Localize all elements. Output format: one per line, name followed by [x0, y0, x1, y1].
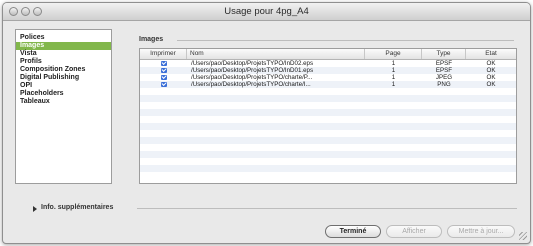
extra-info-divider — [137, 208, 517, 209]
file-status: OK — [486, 67, 496, 74]
file-status: OK — [486, 60, 496, 67]
extra-info-toggle[interactable]: Info. supplémentaires — [41, 204, 113, 211]
empty-row — [140, 123, 516, 130]
sidebar-item-composition-zones[interactable]: Composition Zones — [16, 66, 111, 74]
file-type: JPEG — [435, 74, 453, 81]
empty-row — [140, 88, 516, 95]
sidebar-item-vista[interactable]: Vista — [16, 50, 111, 58]
empty-row — [140, 102, 516, 109]
sidebar-item-profils[interactable]: Profils — [16, 58, 111, 66]
empty-row — [140, 95, 516, 102]
column-header-page[interactable]: Page — [365, 49, 422, 59]
sidebar-item-images[interactable]: Images — [16, 42, 111, 50]
table-row[interactable]: /Users/pao/Desktop/ProjetsTYPO/InD02.eps… — [140, 60, 516, 67]
empty-row — [140, 144, 516, 151]
resize-grip-icon[interactable] — [519, 232, 527, 240]
done-button[interactable]: Terminé — [325, 225, 381, 238]
file-type: PNG — [437, 81, 451, 88]
column-header-nom[interactable]: Nom — [187, 49, 365, 59]
file-name: /Users/pao/Desktop/ProjetsTYPO/charte/I.… — [191, 81, 311, 88]
sidebar-item-digital-publishing[interactable]: Digital Publishing — [16, 74, 111, 82]
print-checkbox[interactable] — [161, 82, 167, 87]
disclosure-triangle-icon[interactable] — [33, 206, 37, 212]
file-page: 1 — [391, 60, 396, 67]
file-type: EPSF — [435, 67, 453, 74]
file-name: /Users/pao/Desktop/ProjetsTYPO/InD01.eps — [191, 67, 314, 74]
images-table[interactable]: Imprimer Nom Page Type Etat /Users/pao/D… — [139, 48, 517, 184]
column-header-type[interactable]: Type — [422, 49, 466, 59]
empty-row — [140, 158, 516, 165]
empty-row — [140, 137, 516, 144]
table-row[interactable]: /Users/pao/Desktop/ProjetsTYPO/charte/P.… — [140, 74, 516, 81]
file-status: OK — [486, 74, 496, 81]
file-name: /Users/pao/Desktop/ProjetsTYPO/InD02.eps — [191, 60, 314, 67]
file-status: OK — [486, 81, 496, 88]
empty-row — [140, 130, 516, 137]
print-checkbox[interactable] — [161, 61, 167, 66]
file-name: /Users/pao/Desktop/ProjetsTYPO/charte/P.… — [191, 74, 313, 81]
empty-row — [140, 172, 516, 179]
show-button[interactable]: Afficher — [386, 225, 442, 238]
empty-row — [140, 109, 516, 116]
table-row[interactable]: /Users/pao/Desktop/ProjetsTYPO/charte/I.… — [140, 81, 516, 88]
column-header-etat[interactable]: Etat — [466, 49, 516, 59]
print-checkbox[interactable] — [161, 75, 167, 80]
print-checkbox[interactable] — [161, 68, 167, 73]
file-type: EPSF — [435, 60, 453, 67]
file-page: 1 — [391, 74, 396, 81]
sidebar-item-polices[interactable]: Polices — [16, 34, 111, 42]
update-button[interactable]: Mettre à jour... — [447, 225, 515, 238]
window-title: Usage pour 4pg_A4 — [224, 6, 309, 17]
section-divider — [177, 40, 514, 41]
sidebar-item-tableaux[interactable]: Tableaux — [16, 98, 111, 106]
empty-row — [140, 116, 516, 123]
table-row[interactable]: /Users/pao/Desktop/ProjetsTYPO/InD01.eps… — [140, 67, 516, 74]
file-page: 1 — [391, 67, 396, 74]
sidebar-item-opi[interactable]: OPI — [16, 82, 111, 90]
column-header-imprimer[interactable]: Imprimer — [140, 49, 187, 59]
title-bar: Usage pour 4pg_A4 — [3, 3, 530, 21]
usage-dialog: Usage pour 4pg_A4 Polices Images Vista P… — [2, 2, 531, 244]
sidebar-item-placeholders[interactable]: Placeholders — [16, 90, 111, 98]
category-list[interactable]: Polices Images Vista Profils Composition… — [15, 29, 112, 184]
table-header: Imprimer Nom Page Type Etat — [140, 49, 516, 60]
empty-row — [140, 151, 516, 158]
file-page: 1 — [391, 81, 396, 88]
section-title: Images — [139, 36, 164, 43]
empty-row — [140, 165, 516, 172]
